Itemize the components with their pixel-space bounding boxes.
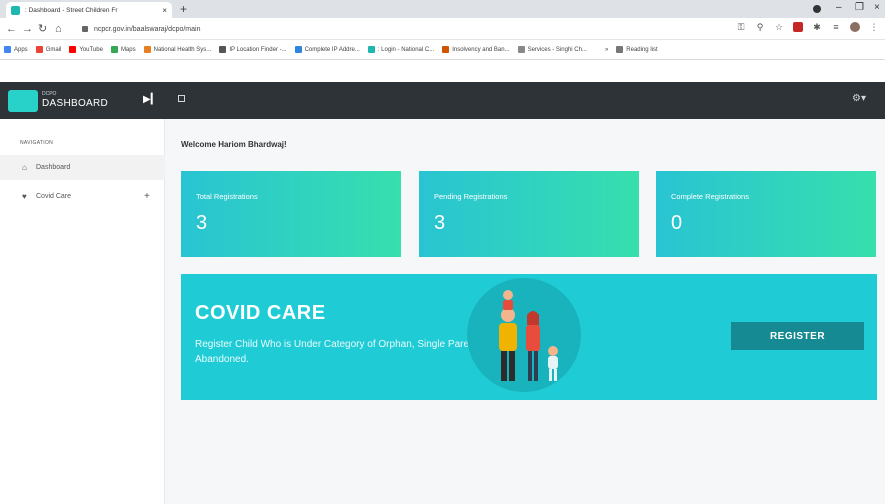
gear-icon[interactable]: ⚙▾ bbox=[852, 93, 866, 104]
bookmark-icon bbox=[517, 46, 525, 53]
stat-card-complete: Complete Registrations 0 bbox=[656, 171, 876, 257]
stat-card-pending: Pending Registrations 3 bbox=[419, 171, 639, 257]
nav-heading: NAVIGATION bbox=[20, 140, 54, 146]
bookmark-icon bbox=[69, 46, 77, 53]
key-icon[interactable]: ⚿ bbox=[736, 22, 746, 32]
fullscreen-icon[interactable] bbox=[178, 95, 185, 102]
bookmark-item[interactable]: National Health Sys... bbox=[143, 46, 212, 53]
bookmark-label: » bbox=[604, 46, 609, 53]
home-icon[interactable]: ⌂ bbox=[55, 22, 62, 36]
bookmark-item[interactable]: IP Location Finder -... bbox=[219, 46, 287, 53]
app-topbar: DCPO DASHBOARD ▶▎ ⚙▾ bbox=[0, 82, 885, 119]
register-button[interactable]: REGISTER bbox=[731, 322, 864, 350]
bookmark-icon bbox=[594, 46, 602, 53]
bookmark-item[interactable]: Reading list bbox=[616, 46, 658, 53]
bookmark-item[interactable]: Services - Singhi Ch... bbox=[517, 46, 587, 53]
new-tab-button[interactable]: + bbox=[180, 2, 187, 16]
bookmark-label: Reading list bbox=[626, 46, 658, 53]
bookmark-item[interactable]: : Login - National C... bbox=[367, 46, 435, 53]
minimize-button[interactable]: – bbox=[836, 1, 842, 15]
browser-window: : Dashboard - Street Children Fr × + – ❐… bbox=[0, 0, 885, 504]
sidebar-item-dashboard[interactable]: ⌂ Dashboard bbox=[0, 155, 165, 180]
queue-icon[interactable]: ≡ bbox=[831, 22, 841, 32]
sidebar-item-label: Dashboard bbox=[36, 164, 71, 171]
bookmark-label: Services - Singhi Ch... bbox=[527, 46, 587, 53]
bookmark-item[interactable]: Apps bbox=[4, 46, 28, 53]
expand-icon[interactable]: + bbox=[144, 191, 150, 202]
bookmark-label: National Health Sys... bbox=[153, 46, 212, 53]
stat-value: 3 bbox=[196, 212, 208, 234]
bookmark-icon bbox=[35, 46, 43, 53]
browser-toolbar: ← → ↻ ⌂ ncpcr.gov.in/baalswaraj/dcpo/mai… bbox=[0, 18, 885, 40]
bookmark-item[interactable]: Insolvency and Ban... bbox=[442, 46, 510, 53]
url-text: ncpcr.gov.in/baalswaraj/dcpo/main bbox=[94, 25, 201, 33]
address-bar[interactable]: ncpcr.gov.in/baalswaraj/dcpo/main bbox=[76, 21, 724, 37]
puzzle-icon[interactable]: ✱ bbox=[812, 22, 822, 32]
bookmark-label: YouTube bbox=[79, 46, 103, 53]
covid-care-banner: COVID CARE Register Child Who is Under C… bbox=[181, 274, 877, 400]
logo-subtext: DCPO bbox=[42, 91, 57, 97]
forward-icon[interactable]: → bbox=[22, 22, 33, 36]
reload-icon[interactable]: ↻ bbox=[38, 22, 47, 36]
stat-card-total: Total Registrations 3 bbox=[181, 171, 401, 257]
bookmark-label: Maps bbox=[120, 46, 136, 53]
bookmarks-bar: Apps Gmail YouTube Maps National Health Sys.… bbox=[0, 40, 885, 60]
extension-icon[interactable] bbox=[793, 22, 803, 32]
bookmark-icon bbox=[110, 46, 118, 53]
heart-icon: ♥ bbox=[22, 192, 27, 201]
bookmark-item[interactable]: Maps bbox=[110, 46, 136, 53]
bookmark-label: Apps bbox=[14, 46, 28, 53]
home-icon: ⌂ bbox=[22, 163, 27, 172]
bookmark-item[interactable]: YouTube bbox=[69, 46, 103, 53]
lock-icon bbox=[82, 26, 88, 32]
bookmark-item[interactable]: » bbox=[594, 46, 609, 53]
profile-avatar[interactable] bbox=[850, 22, 860, 32]
favicon-icon bbox=[11, 5, 20, 15]
tab-strip: : Dashboard - Street Children Fr × + – ❐… bbox=[0, 0, 885, 18]
stat-label: Complete Registrations bbox=[671, 192, 749, 201]
bookmark-label: Complete IP Addre... bbox=[304, 46, 360, 53]
bookmark-icon bbox=[4, 46, 11, 53]
star-icon[interactable]: ☆ bbox=[774, 22, 784, 32]
stat-label: Total Registrations bbox=[196, 192, 258, 201]
sidebar-item-covid-care[interactable]: ♥ Covid Care + bbox=[0, 184, 165, 209]
browser-tab[interactable]: : Dashboard - Street Children Fr × bbox=[6, 2, 172, 18]
browser-menu-icon[interactable]: ⋮ bbox=[869, 22, 879, 32]
close-window-button[interactable]: × bbox=[874, 1, 880, 15]
bookmark-label: Insolvency and Ban... bbox=[452, 46, 510, 53]
bookmark-label: IP Location Finder -... bbox=[229, 46, 287, 53]
back-icon[interactable]: ← bbox=[6, 22, 17, 36]
stat-value: 3 bbox=[434, 212, 446, 234]
bookmark-label: : Login - National C... bbox=[377, 46, 435, 53]
bookmark-icon bbox=[616, 46, 624, 53]
menu-toggle-icon[interactable]: ▶▎ bbox=[143, 94, 158, 105]
covid-care-title: COVID CARE bbox=[195, 302, 326, 324]
record-icon[interactable] bbox=[813, 5, 821, 13]
stat-value: 0 bbox=[671, 212, 683, 234]
covid-care-description: Register Child Who is Under Category of … bbox=[195, 339, 481, 365]
tab-title: : Dashboard - Street Children Fr bbox=[25, 6, 118, 14]
maximize-button[interactable]: ❐ bbox=[855, 1, 864, 15]
bookmark-icon bbox=[367, 46, 375, 53]
logo bbox=[8, 90, 38, 112]
bookmark-icon bbox=[294, 46, 302, 53]
bookmark-icon bbox=[143, 46, 151, 53]
welcome-message: Welcome Hariom Bhardwaj! bbox=[181, 140, 287, 149]
bookmark-icon bbox=[442, 46, 450, 53]
sidebar-item-label: Covid Care bbox=[36, 193, 72, 200]
logo-text[interactable]: DASHBOARD bbox=[42, 98, 108, 109]
bookmark-item[interactable]: Gmail bbox=[35, 46, 62, 53]
tab-close-icon[interactable]: × bbox=[162, 6, 167, 15]
main-content: Welcome Hariom Bhardwaj! Total Registrat… bbox=[165, 119, 885, 504]
bookmark-item[interactable]: Complete IP Addre... bbox=[294, 46, 360, 53]
zoom-icon[interactable]: ⚲ bbox=[755, 22, 765, 32]
family-illustration bbox=[467, 278, 581, 392]
bookmark-label: Gmail bbox=[45, 46, 62, 53]
bookmark-icon bbox=[219, 46, 227, 53]
stat-label: Pending Registrations bbox=[434, 192, 508, 201]
